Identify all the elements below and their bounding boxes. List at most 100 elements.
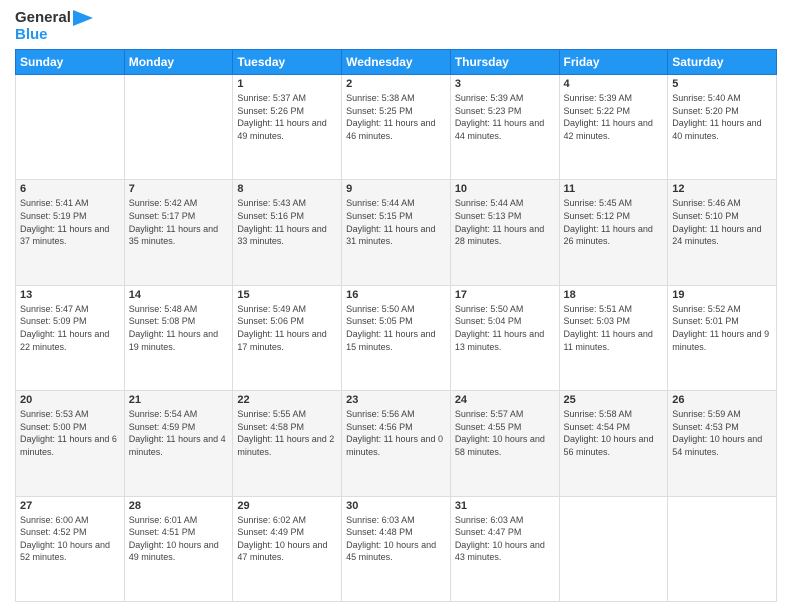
weekday-header: Monday — [124, 50, 233, 75]
day-info: Sunrise: 5:39 AMSunset: 5:23 PMDaylight:… — [455, 92, 555, 142]
day-number: 8 — [237, 183, 337, 195]
day-number: 4 — [564, 78, 664, 90]
calendar-cell: 13Sunrise: 5:47 AMSunset: 5:09 PMDayligh… — [16, 285, 125, 390]
day-info: Sunrise: 5:44 AMSunset: 5:13 PMDaylight:… — [455, 197, 555, 247]
calendar-cell: 9 Sunrise: 5:44 AMSunset: 5:15 PMDaylight… — [342, 180, 451, 285]
day-number: 1 — [237, 78, 337, 90]
day-number: 7 — [129, 183, 229, 195]
day-number: 9 — [346, 183, 446, 195]
calendar-cell: 12 Sunrise: 5:46 AMSunset: 5:10 PMDayligh… — [668, 180, 777, 285]
calendar-cell: 27 Sunrise: 6:00 AMSunset: 4:52 PMDayligh… — [16, 496, 125, 601]
day-number: 20 — [20, 394, 120, 406]
day-info: Sunrise: 5:49 AMSunset: 5:06 PMDaylight:… — [237, 303, 337, 353]
logo-general: General — [15, 10, 71, 27]
day-number: 23 — [346, 394, 446, 406]
day-info: Sunrise: 5:40 AMSunset: 5:20 PMDaylight:… — [672, 92, 772, 142]
calendar-week-row: 6Sunrise: 5:41 AMSunset: 5:19 PMDaylight… — [16, 180, 777, 285]
calendar-cell: 15 Sunrise: 5:49 AMSunset: 5:06 PMDayligh… — [233, 285, 342, 390]
day-number: 18 — [564, 289, 664, 301]
calendar-cell: 18 Sunrise: 5:51 AMSunset: 5:03 PMDayligh… — [559, 285, 668, 390]
calendar-cell: 23 Sunrise: 5:56 AMSunset: 4:56 PMDayligh… — [342, 391, 451, 496]
calendar-cell: 31 Sunrise: 6:03 AMSunset: 4:47 PMDayligh… — [450, 496, 559, 601]
logo-flag-icon — [73, 10, 93, 26]
day-info: Sunrise: 5:44 AMSunset: 5:15 PMDaylight:… — [346, 197, 446, 247]
weekday-header: Saturday — [668, 50, 777, 75]
day-info: Sunrise: 5:53 AMSunset: 5:00 PMDaylight:… — [20, 408, 120, 458]
calendar-cell: 22Sunrise: 5:55 AMSunset: 4:58 PMDayligh… — [233, 391, 342, 496]
day-info: Sunrise: 5:45 AMSunset: 5:12 PMDaylight:… — [564, 197, 664, 247]
calendar-cell: 4 Sunrise: 5:39 AMSunset: 5:22 PMDaylight… — [559, 75, 668, 180]
day-info: Sunrise: 5:42 AMSunset: 5:17 PMDaylight:… — [129, 197, 229, 247]
day-info: Sunrise: 5:41 AMSunset: 5:19 PMDaylight:… — [20, 197, 120, 247]
day-number: 10 — [455, 183, 555, 195]
calendar-page: General Blue SundayMondayTuesdayWednesda… — [0, 0, 792, 612]
calendar-cell: 17 Sunrise: 5:50 AMSunset: 5:04 PMDayligh… — [450, 285, 559, 390]
calendar-cell — [559, 496, 668, 601]
calendar-cell — [16, 75, 125, 180]
weekday-header: Friday — [559, 50, 668, 75]
day-info: Sunrise: 6:02 AMSunset: 4:49 PMDaylight:… — [237, 514, 337, 564]
day-info: Sunrise: 5:52 AMSunset: 5:01 PMDaylight:… — [672, 303, 772, 353]
day-info: Sunrise: 6:03 AMSunset: 4:47 PMDaylight:… — [455, 514, 555, 564]
logo: General Blue — [15, 10, 93, 43]
day-number: 12 — [672, 183, 772, 195]
day-info: Sunrise: 5:46 AMSunset: 5:10 PMDaylight:… — [672, 197, 772, 247]
day-number: 14 — [129, 289, 229, 301]
day-number: 27 — [20, 500, 120, 512]
weekday-header: Thursday — [450, 50, 559, 75]
day-number: 5 — [672, 78, 772, 90]
calendar-cell: 5 Sunrise: 5:40 AMSunset: 5:20 PMDaylight… — [668, 75, 777, 180]
logo-container: General Blue — [15, 10, 93, 43]
calendar-cell: 21 Sunrise: 5:54 AMSunset: 4:59 PMDayligh… — [124, 391, 233, 496]
day-number: 17 — [455, 289, 555, 301]
day-number: 19 — [672, 289, 772, 301]
weekday-header: Sunday — [16, 50, 125, 75]
header: General Blue — [15, 10, 777, 43]
calendar-cell: 29 Sunrise: 6:02 AMSunset: 4:49 PMDayligh… — [233, 496, 342, 601]
day-number: 29 — [237, 500, 337, 512]
calendar-cell: 25Sunrise: 5:58 AMSunset: 4:54 PMDayligh… — [559, 391, 668, 496]
calendar-cell: 30 Sunrise: 6:03 AMSunset: 4:48 PMDayligh… — [342, 496, 451, 601]
day-info: Sunrise: 5:58 AMSunset: 4:54 PMDaylight:… — [564, 408, 664, 458]
weekday-header: Tuesday — [233, 50, 342, 75]
day-number: 21 — [129, 394, 229, 406]
calendar-cell: 26Sunrise: 5:59 AMSunset: 4:53 PMDayligh… — [668, 391, 777, 496]
calendar-cell: 1Sunrise: 5:37 AMSunset: 5:26 PMDaylight… — [233, 75, 342, 180]
day-number: 30 — [346, 500, 446, 512]
calendar-week-row: 20 Sunrise: 5:53 AMSunset: 5:00 PMDayligh… — [16, 391, 777, 496]
calendar-cell: 19 Sunrise: 5:52 AMSunset: 5:01 PMDayligh… — [668, 285, 777, 390]
day-info: Sunrise: 6:03 AMSunset: 4:48 PMDaylight:… — [346, 514, 446, 564]
day-number: 11 — [564, 183, 664, 195]
day-number: 22 — [237, 394, 337, 406]
calendar-week-row: 13Sunrise: 5:47 AMSunset: 5:09 PMDayligh… — [16, 285, 777, 390]
calendar-cell: 28Sunrise: 6:01 AMSunset: 4:51 PMDayligh… — [124, 496, 233, 601]
day-info: Sunrise: 5:54 AMSunset: 4:59 PMDaylight:… — [129, 408, 229, 458]
calendar-cell: 6Sunrise: 5:41 AMSunset: 5:19 PMDaylight… — [16, 180, 125, 285]
calendar-cell: 24Sunrise: 5:57 AMSunset: 4:55 PMDayligh… — [450, 391, 559, 496]
day-number: 24 — [455, 394, 555, 406]
day-number: 15 — [237, 289, 337, 301]
calendar-cell: 11 Sunrise: 5:45 AMSunset: 5:12 PMDayligh… — [559, 180, 668, 285]
day-info: Sunrise: 6:00 AMSunset: 4:52 PMDaylight:… — [20, 514, 120, 564]
day-info: Sunrise: 5:38 AMSunset: 5:25 PMDaylight:… — [346, 92, 446, 142]
calendar-cell: 8Sunrise: 5:43 AMSunset: 5:16 PMDaylight… — [233, 180, 342, 285]
calendar-cell: 3Sunrise: 5:39 AMSunset: 5:23 PMDaylight… — [450, 75, 559, 180]
day-info: Sunrise: 5:59 AMSunset: 4:53 PMDaylight:… — [672, 408, 772, 458]
logo-blue: Blue — [15, 27, 93, 44]
day-info: Sunrise: 5:56 AMSunset: 4:56 PMDaylight:… — [346, 408, 446, 458]
weekday-header-row: SundayMondayTuesdayWednesdayThursdayFrid… — [16, 50, 777, 75]
calendar-cell — [124, 75, 233, 180]
day-info: Sunrise: 5:50 AMSunset: 5:04 PMDaylight:… — [455, 303, 555, 353]
calendar-cell — [668, 496, 777, 601]
day-number: 31 — [455, 500, 555, 512]
day-info: Sunrise: 6:01 AMSunset: 4:51 PMDaylight:… — [129, 514, 229, 564]
day-number: 13 — [20, 289, 120, 301]
calendar-week-row: 1Sunrise: 5:37 AMSunset: 5:26 PMDaylight… — [16, 75, 777, 180]
day-info: Sunrise: 5:48 AMSunset: 5:08 PMDaylight:… — [129, 303, 229, 353]
calendar-cell: 20 Sunrise: 5:53 AMSunset: 5:00 PMDayligh… — [16, 391, 125, 496]
day-info: Sunrise: 5:39 AMSunset: 5:22 PMDaylight:… — [564, 92, 664, 142]
day-info: Sunrise: 5:51 AMSunset: 5:03 PMDaylight:… — [564, 303, 664, 353]
calendar-cell: 10 Sunrise: 5:44 AMSunset: 5:13 PMDayligh… — [450, 180, 559, 285]
day-number: 2 — [346, 78, 446, 90]
calendar-week-row: 27 Sunrise: 6:00 AMSunset: 4:52 PMDayligh… — [16, 496, 777, 601]
